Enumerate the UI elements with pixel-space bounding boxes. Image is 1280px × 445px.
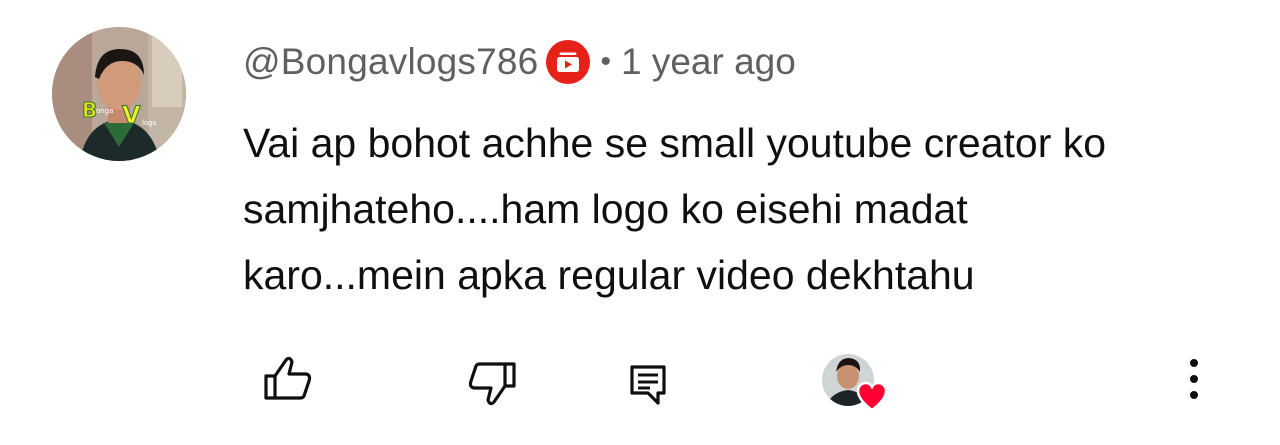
svg-text:logs: logs xyxy=(142,119,157,127)
comment-text: Vai ap bohot achhe se small youtube crea… xyxy=(243,110,1253,308)
reply-button[interactable] xyxy=(628,363,668,407)
avatar-logo-text: B xyxy=(82,98,97,122)
author-handle[interactable]: @Bongavlogs786 xyxy=(243,41,538,83)
creator-badge-icon xyxy=(544,38,592,86)
reply-comment-icon xyxy=(630,365,666,405)
avatar-image: B onga V logs xyxy=(52,27,186,161)
author-avatar[interactable]: B onga V logs xyxy=(52,27,186,161)
comment-thread: B onga V logs @Bongavlogs786 • 1 year ag… xyxy=(0,0,1280,445)
svg-text:onga: onga xyxy=(96,107,113,115)
comment-timestamp[interactable]: 1 year ago xyxy=(621,41,796,83)
creator-heart-badge[interactable] xyxy=(820,350,894,414)
heart-icon xyxy=(856,381,888,412)
more-options-button[interactable] xyxy=(1180,354,1208,404)
comment-text-line: samjhateho....ham logo ko eisehi madat xyxy=(243,186,968,232)
comment-header: @Bongavlogs786 • 1 year ago xyxy=(243,36,796,88)
dislike-button[interactable] xyxy=(466,360,520,408)
more-vertical-icon xyxy=(1190,359,1198,399)
svg-text:V: V xyxy=(122,101,141,129)
like-button[interactable] xyxy=(260,354,314,402)
thumbs-down-icon xyxy=(468,362,516,406)
thumbs-up-icon xyxy=(264,356,312,400)
meta-separator: • xyxy=(600,45,611,78)
comment-text-line: karo...mein apka regular video dekhtahu xyxy=(243,252,975,298)
comment-text-line: Vai ap bohot achhe se small youtube crea… xyxy=(243,120,1107,166)
